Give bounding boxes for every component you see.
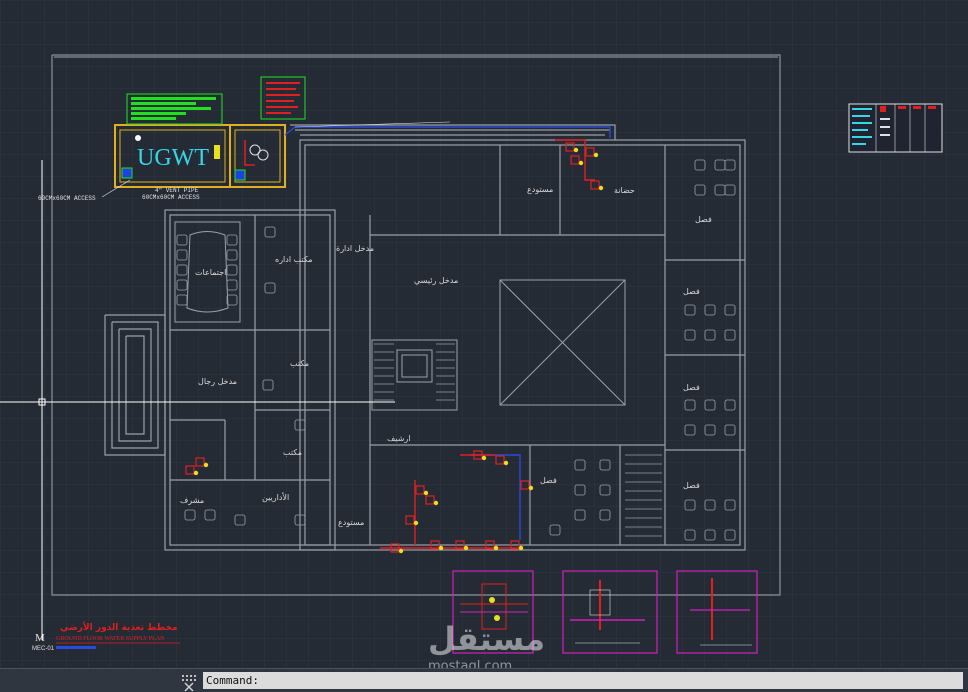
watermark-arabic: مستقل [428,620,545,658]
access-note-left: 60CMx60CM ACCESS [38,195,96,202]
room-men-entrance: مدخل رجال [198,377,237,386]
room-main-entrance: مدخل رئيسي [414,276,458,285]
tank-label: UGWT [137,145,209,171]
room-class-4: فصل [683,481,700,490]
room-supervisor: مشرف [180,496,204,505]
room-class-1: فصل [695,215,712,224]
room-office-a: مكتب [290,359,309,368]
legend-table [848,103,943,153]
room-class-5: فصل [540,476,557,485]
grid [0,0,968,668]
room-admin-office: مكتب اداره [275,255,313,264]
room-meeting: اجتماعات [195,268,226,277]
room-admin-entrance: مدخل ادارة [336,244,374,253]
room-class-2: فصل [683,287,700,296]
command-bar: Command: [0,668,968,692]
drawing-canvas[interactable]: UGWT 4" VENT PIPE 60CMx60CM ACCESS 60CMx… [0,0,968,668]
room-warehouse-top: مستودع [527,185,553,194]
access-note-right: 60CMx60CM ACCESS [142,194,200,201]
vent-note: 4" VENT PIPE [155,187,199,194]
title-english: GROUND FLOOR WATER SUPPLY PLAN [56,636,165,642]
title-arabic: مخطط تغذية الدور الأرضي [60,621,178,633]
room-teachers: الأداريين [262,492,289,502]
sheet-code: MEC-01 [32,646,55,652]
room-class-3: فصل [683,383,700,392]
room-warehouse-bottom: مستودع [338,518,364,527]
room-office-b: مكتب [283,448,302,457]
watermark-url: mostaql.com [428,659,512,668]
command-input[interactable]: Command: [203,672,963,689]
room-kitchen: حضانة [614,186,635,195]
room-reception: ارشيف [387,434,410,443]
sheet-letter: M [35,632,45,644]
